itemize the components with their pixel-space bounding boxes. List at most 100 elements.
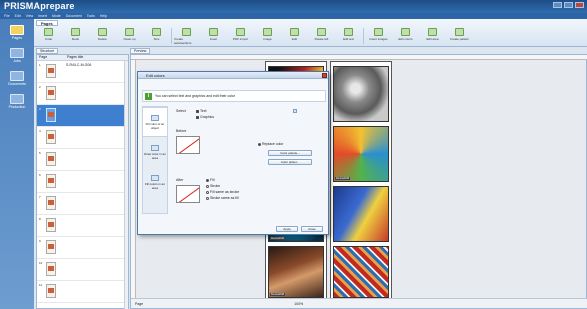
fill-object-icon xyxy=(151,114,159,121)
pages-icon xyxy=(10,25,24,35)
delete-button[interactable]: Delete xyxy=(90,28,115,45)
dialog-info: i You can select text and graphics and e… xyxy=(142,90,326,102)
table-row[interactable]: 7 xyxy=(37,193,128,215)
documents-icon xyxy=(9,71,24,81)
color-palette-button[interactable]: Color palette... xyxy=(268,150,312,156)
window-controls xyxy=(553,2,584,8)
rotate-icon xyxy=(317,28,326,36)
page-thumbnail xyxy=(46,218,56,232)
redo-button[interactable]: Redo xyxy=(63,28,88,45)
close-button[interactable]: Close xyxy=(301,226,323,232)
side-fill-object[interactable]: Fill color of an object xyxy=(143,107,167,137)
table-row[interactable]: 2 xyxy=(37,83,128,105)
create-sets-button[interactable]: Create sets/sections xyxy=(174,28,199,45)
color-picker-button[interactable]: Color picker... xyxy=(268,159,312,165)
ribbon-separator xyxy=(171,28,172,44)
colors-icon xyxy=(401,28,410,36)
undo-button[interactable]: Undo xyxy=(36,28,61,45)
photo-mosaic[interactable] xyxy=(333,246,389,298)
col-title[interactable]: Pages title xyxy=(65,55,83,60)
page-label: Page xyxy=(135,302,144,306)
page-thumbnail xyxy=(46,240,56,254)
stroke-radio[interactable]: Stroke xyxy=(206,184,220,188)
rotate-left-button[interactable]: Rotate left xyxy=(309,28,334,45)
edit-colors-dialog: Edit colors i You can select text and gr… xyxy=(137,71,329,235)
edit-area-button[interactable]: Edit area xyxy=(420,28,445,45)
text-icon xyxy=(344,28,353,36)
edit-text-button[interactable]: Edit text xyxy=(336,28,361,45)
close-window-button[interactable] xyxy=(575,2,584,8)
before-label: Before xyxy=(176,129,187,133)
stroke-same-fill-radio[interactable]: Stroke same as fill xyxy=(206,196,239,200)
dialog-close-icon[interactable] xyxy=(322,73,327,78)
after-swatch[interactable] xyxy=(176,185,200,203)
photo-colorful[interactable]: DeviceRGB xyxy=(333,126,389,182)
minimize-button[interactable] xyxy=(553,2,562,8)
dialog-side-menu: Fill color of an object Draw color in an… xyxy=(142,106,168,214)
edit-icon xyxy=(290,28,299,36)
image-icon xyxy=(263,28,272,36)
nav-jobs[interactable]: Jobs xyxy=(10,48,24,63)
before-swatch[interactable] xyxy=(176,136,200,154)
photo-leather[interactable]: DeviceRGB xyxy=(268,246,324,298)
replace-color-radio[interactable]: Replace color xyxy=(258,142,283,146)
pattern-icon xyxy=(455,28,464,36)
structure-scrollbar[interactable] xyxy=(124,61,128,309)
edit-button[interactable]: Edit xyxy=(282,28,307,45)
pdf-icon xyxy=(236,28,245,36)
edit-colors-button[interactable]: Edit colors xyxy=(393,28,418,45)
jobs-icon xyxy=(10,48,24,58)
ribbon-tab-pages[interactable]: Pages xyxy=(36,20,58,26)
size-button[interactable]: Size xyxy=(144,28,169,45)
page-thumbnail xyxy=(46,262,56,276)
nav-production[interactable]: Production xyxy=(9,94,25,109)
table-row[interactable]: 10 xyxy=(37,259,128,281)
col-page[interactable]: Page xyxy=(37,55,65,60)
table-row[interactable]: 9 xyxy=(37,237,128,259)
photo-gears[interactable] xyxy=(333,66,389,122)
nav-pages[interactable]: Pages xyxy=(10,25,24,40)
ribbon: Pages Undo Redo Delete Clean up Size Cre… xyxy=(34,19,587,47)
table-row[interactable]: 5 xyxy=(37,149,128,171)
page-thumbnail xyxy=(46,284,56,298)
production-icon xyxy=(9,94,24,104)
table-row[interactable]: 1 S-R4/LC-M-G06 xyxy=(37,61,128,83)
side-draw-area[interactable]: Draw color in an area xyxy=(143,137,167,167)
apply-button[interactable]: Apply xyxy=(276,226,298,232)
text-checkbox[interactable]: Text xyxy=(196,109,206,113)
table-row[interactable]: 8 xyxy=(37,215,128,237)
horizontal-ruler xyxy=(131,55,587,60)
fill-same-stroke-radio[interactable]: Fill same as stroke xyxy=(206,190,239,194)
table-row[interactable]: 6 xyxy=(37,171,128,193)
redo-icon xyxy=(71,28,80,36)
table-row-selected[interactable]: 3 xyxy=(37,105,128,127)
insert-button[interactable]: Insert xyxy=(201,28,226,45)
zoom-value[interactable]: 100% xyxy=(294,302,303,306)
selection-icon[interactable] xyxy=(293,109,297,113)
info-icon: i xyxy=(145,93,152,100)
page-thumbnail xyxy=(46,108,56,122)
photo-patterns[interactable] xyxy=(333,186,389,242)
app-title: PRISMAprepare xyxy=(4,1,75,11)
page-thumbnail xyxy=(46,130,56,144)
insert-images-button[interactable]: Insert images xyxy=(366,28,391,45)
page-thumbnail xyxy=(46,196,56,210)
ribbon-tools: Undo Redo Delete Clean up Size Create se… xyxy=(36,28,472,45)
table-row[interactable]: 11 xyxy=(37,281,128,303)
page-thumbnail xyxy=(46,174,56,188)
undo-icon xyxy=(44,28,53,36)
table-row[interactable]: 4 xyxy=(37,127,128,149)
maximize-button[interactable] xyxy=(564,2,573,8)
size-icon xyxy=(152,28,161,36)
image-button[interactable]: Image xyxy=(255,28,280,45)
clean-up-button[interactable]: Clean up xyxy=(117,28,142,45)
page-thumbnail xyxy=(46,86,56,100)
nav-documents[interactable]: Documents xyxy=(8,71,26,86)
preview-toolbar: Page 100% xyxy=(131,298,587,308)
preview-page-right[interactable]: DeviceRGB xyxy=(330,61,392,301)
pdf-import-button[interactable]: PDF import xyxy=(228,28,253,45)
fill-radio[interactable]: Fill xyxy=(206,178,214,182)
side-fill-area[interactable]: Fill colors in an area xyxy=(143,167,167,197)
create-pattern-button[interactable]: Create pattern xyxy=(447,28,472,45)
graphics-checkbox[interactable]: Graphics xyxy=(196,115,214,119)
